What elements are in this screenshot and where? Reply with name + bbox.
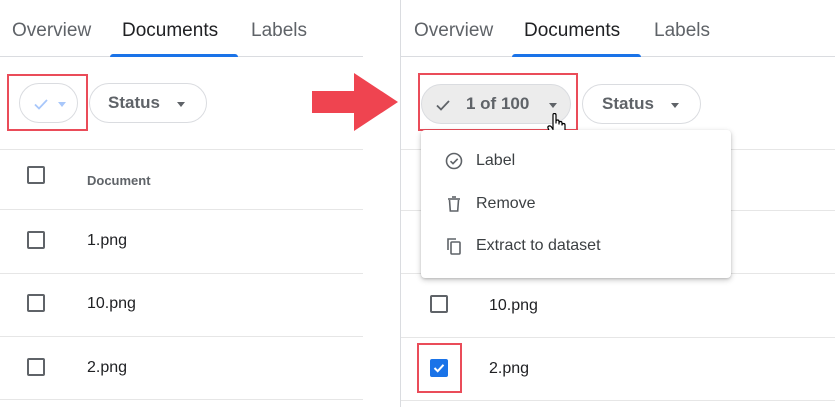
row-checkbox[interactable] [27,231,45,249]
row-checkbox[interactable] [27,294,45,312]
chevron-down-icon [549,103,557,108]
tab-documents[interactable]: Documents [524,0,620,57]
divider [401,337,835,338]
chevron-down-icon [58,102,66,107]
check-icon [34,99,48,110]
row-checkbox-checked[interactable] [430,359,448,377]
tab-bar: Overview Documents Labels [0,0,363,57]
status-filter-chip[interactable]: Status [582,84,701,124]
trash-icon [448,196,460,212]
document-name[interactable]: 10.png [489,297,538,315]
tab-bar: Overview Documents Labels [401,0,835,57]
column-header-document: Document [87,173,151,188]
menu-item-remove[interactable]: Remove [421,184,731,224]
tab-overview[interactable]: Overview [12,0,91,57]
active-tab-indicator [512,54,641,57]
menu-item-text: Remove [476,195,536,212]
right-panel: Overview Documents Labels 1 of 100 Statu… [400,0,835,407]
menu-item-text: Label [476,152,516,169]
document-name[interactable]: 1.png [87,232,127,250]
divider [0,336,363,337]
select-all-chip[interactable] [19,83,78,123]
divider [401,400,835,401]
select-all-checkbox[interactable] [27,166,45,184]
copy-icon [447,238,461,255]
check-icon [436,100,450,111]
active-tab-indicator [110,54,238,57]
chevron-down-icon [177,102,185,107]
chevron-down-icon [671,103,679,108]
left-panel: Overview Documents Labels Status Documen… [0,0,363,407]
document-name[interactable]: 2.png [87,359,127,377]
tab-overview[interactable]: Overview [414,0,493,57]
menu-item-text: Extract to dataset [476,237,601,254]
status-filter-chip[interactable]: Status [89,83,207,123]
check-circle-icon [445,152,463,170]
menu-item-label[interactable]: Label [421,141,731,181]
menu-item-extract-to-dataset[interactable]: Extract to dataset [421,226,731,266]
divider [0,149,363,150]
arrow-right-icon [312,73,398,131]
row-checkbox[interactable] [430,295,448,313]
check-icon [433,364,445,373]
tab-documents[interactable]: Documents [122,0,218,57]
selection-actions-menu: Label Remove Extract to dataset [421,130,731,278]
status-chip-label: Status [602,94,654,113]
status-chip-label: Status [108,93,160,112]
divider [0,209,363,210]
divider [0,399,363,400]
document-name[interactable]: 2.png [489,360,529,378]
tab-labels[interactable]: Labels [654,0,710,57]
row-checkbox[interactable] [27,358,45,376]
divider [0,273,363,274]
tab-labels[interactable]: Labels [251,0,307,57]
selection-count: 1 of 100 [466,94,530,113]
document-name[interactable]: 10.png [87,295,136,313]
